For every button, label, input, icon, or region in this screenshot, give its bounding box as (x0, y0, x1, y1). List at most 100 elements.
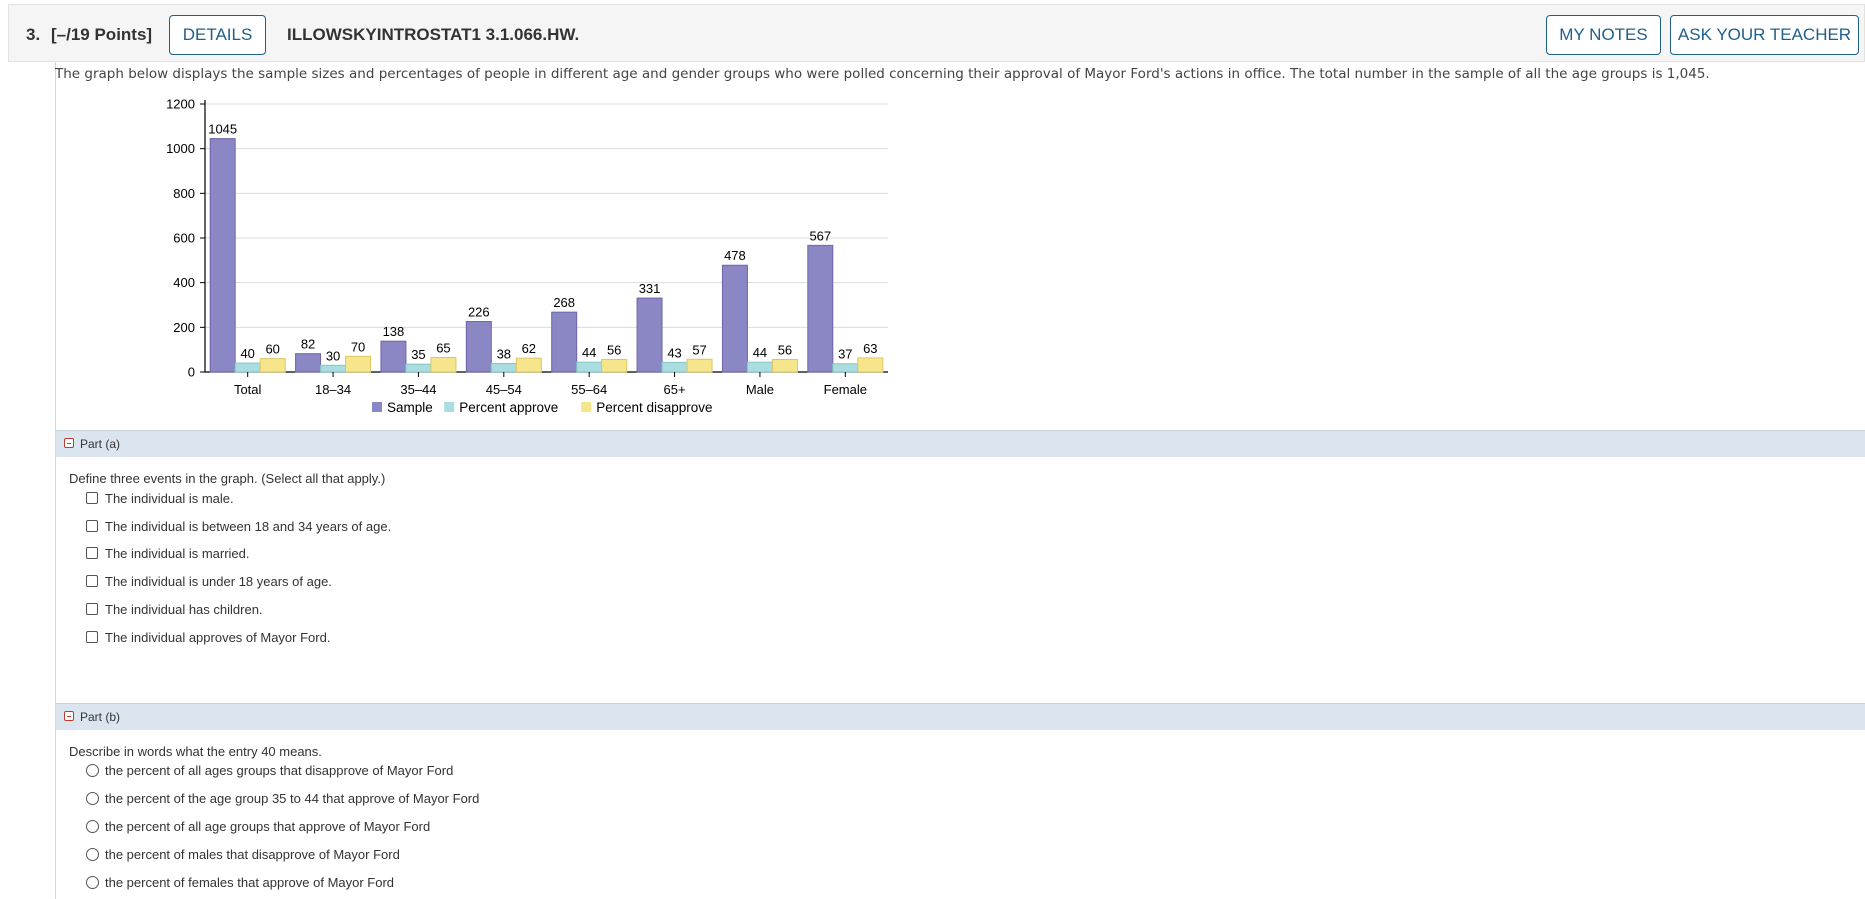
bar (490, 363, 517, 373)
data-label: 35 (411, 347, 425, 362)
data-label: 43 (667, 345, 681, 360)
option-label: The individual is under 18 years of age. (105, 574, 332, 589)
data-label: 56 (778, 342, 792, 357)
bar (601, 358, 628, 373)
radio-button[interactable] (86, 876, 99, 889)
details-button[interactable]: DETAILS (169, 15, 266, 55)
bar (661, 361, 688, 373)
data-label: 331 (639, 281, 661, 296)
data-label: 44 (753, 345, 767, 360)
collapse-icon[interactable] (64, 438, 74, 448)
checkbox[interactable] (86, 520, 98, 532)
checkbox[interactable] (86, 547, 98, 559)
part-b-title: Part (b) (80, 710, 121, 724)
bar (345, 355, 372, 373)
my-notes-button[interactable]: MY NOTES (1546, 15, 1661, 55)
option-label: The individual is between 18 and 34 year… (105, 519, 392, 534)
data-label: 70 (351, 339, 365, 354)
bar (721, 264, 748, 373)
data-label: 37 (838, 347, 852, 362)
checkbox[interactable] (86, 603, 98, 615)
bar (576, 361, 603, 373)
x-tick-label: 55–64 (571, 382, 607, 397)
bar (771, 358, 798, 373)
legend-swatch (581, 402, 592, 412)
data-label: 38 (497, 347, 511, 362)
radio-button[interactable] (86, 764, 99, 777)
data-label: 1045 (208, 122, 237, 137)
part-a-title: Part (a) (80, 437, 121, 451)
checkbox[interactable] (86, 575, 98, 587)
option-label: The individual is male. (105, 491, 234, 506)
data-label: 30 (326, 348, 340, 363)
option-label: The individual has children. (105, 602, 263, 617)
y-tick-label: 1000 (166, 141, 195, 156)
option-label: The individual approves of Mayor Ford. (105, 630, 331, 645)
data-label: 62 (522, 341, 536, 356)
x-tick-label: 35–44 (400, 382, 436, 397)
y-tick-label: 0 (188, 365, 195, 380)
y-tick-label: 1200 (166, 97, 195, 112)
data-label: 478 (724, 248, 746, 263)
bar-chart: 0 200 400 600 800 1000 1200 1045 40 60 Total 82 30 70… (166, 97, 888, 415)
question-code: ILLOWSKYINTROSTAT1 3.1.066.HW. (287, 25, 580, 44)
bar (857, 357, 884, 373)
data-label: 57 (692, 342, 706, 357)
x-tick-label: Male (746, 382, 774, 397)
part-a-header[interactable]: Part (a) (56, 430, 1865, 457)
part-a-prompt: Define three events in the graph. (Selec… (69, 471, 386, 486)
bar (380, 340, 407, 373)
bar (832, 363, 859, 373)
checkbox[interactable] (86, 631, 98, 643)
collapse-icon[interactable] (64, 711, 74, 721)
question-intro: The graph below displays the sample size… (55, 66, 1710, 82)
x-tick-label: Female (824, 382, 867, 397)
bar (259, 358, 286, 373)
bar (234, 362, 261, 373)
data-label: 226 (468, 305, 490, 320)
bar (209, 138, 236, 373)
x-tick-label: 45–54 (486, 382, 522, 397)
y-tick-label: 200 (173, 320, 195, 335)
option-label: the percent of all ages groups that disa… (105, 763, 454, 778)
part-b-header[interactable]: Part (b) (56, 703, 1865, 730)
legend-label: Sample (387, 400, 433, 415)
x-tick-label: 18–34 (315, 382, 351, 397)
question-number: 3. (26, 25, 41, 44)
checkbox[interactable] (86, 492, 98, 504)
question-header: 3. [–/19 Points] DETAILS ILLOWSKYINTROST… (8, 4, 1865, 62)
y-tick-label: 600 (173, 231, 195, 246)
bar (746, 361, 773, 373)
x-tick-label: Total (234, 382, 262, 397)
question-points: [–/19 Points] (51, 25, 153, 44)
bar (551, 311, 578, 373)
data-label: 63 (863, 341, 877, 356)
legend-swatch (372, 402, 382, 412)
y-tick-label: 800 (173, 186, 195, 201)
bar (515, 357, 542, 373)
radio-button[interactable] (86, 820, 99, 833)
data-label: 82 (301, 337, 315, 352)
bar (295, 353, 322, 373)
bar (807, 244, 834, 373)
y-tick-label: 400 (173, 275, 195, 290)
bar (405, 363, 432, 373)
data-label: 138 (383, 324, 405, 339)
bar (320, 364, 347, 373)
option-label: the percent of all age groups that appro… (105, 819, 431, 834)
data-label: 567 (809, 228, 831, 243)
bar (686, 358, 713, 373)
option-label: the percent of females that approve of M… (105, 875, 395, 890)
legend-label: Percent approve (459, 400, 558, 415)
option-label: the percent of the age group 35 to 44 th… (105, 791, 480, 806)
data-label: 40 (240, 346, 254, 361)
data-label: 56 (607, 342, 621, 357)
data-label: 268 (553, 295, 575, 310)
data-label: 44 (582, 345, 596, 360)
option-label: the percent of males that disapprove of … (105, 847, 400, 862)
ask-teacher-button[interactable]: ASK YOUR TEACHER (1670, 15, 1859, 55)
part-b-prompt: Describe in words what the entry 40 mean… (69, 744, 322, 759)
radio-button[interactable] (86, 848, 99, 861)
radio-button[interactable] (86, 792, 99, 805)
legend-label: Percent disapprove (596, 400, 712, 415)
